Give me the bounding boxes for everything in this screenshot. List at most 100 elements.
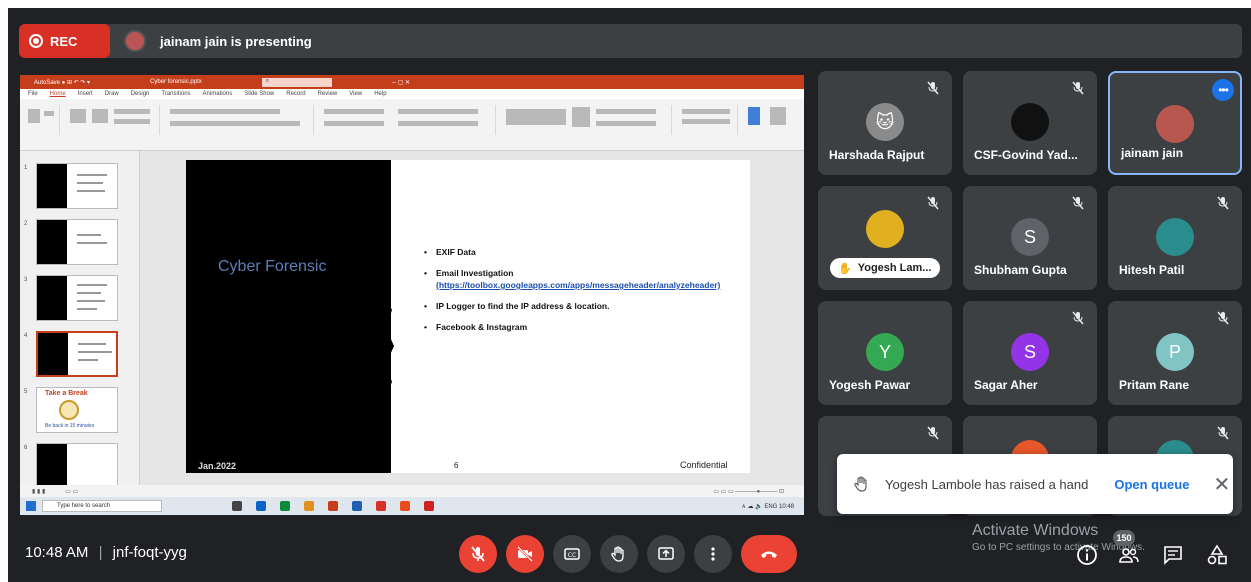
participant-name: Harshada Rajput <box>829 148 925 162</box>
presenting-text: jainam jain is presenting <box>160 33 312 49</box>
participant-name: CSF-Govind Yad... <box>974 148 1078 162</box>
slide-thumb-4-selected[interactable] <box>36 331 118 377</box>
participant-name: Hitesh Patil <box>1119 263 1185 277</box>
present-screen-icon <box>658 547 674 560</box>
more-vert-icon <box>711 547 715 561</box>
bullet-exif: EXIF Data <box>422 246 742 258</box>
svg-text:CC: CC <box>568 552 576 559</box>
avatar: 🐱 <box>866 103 904 141</box>
camera-off-icon <box>517 546 533 562</box>
slide-bullets: EXIF Data Email Investigation (https://t… <box>422 246 742 342</box>
participant-tile-harshada[interactable]: 🐱 Harshada Rajput <box>818 71 952 175</box>
mic-off-icon <box>1071 196 1085 210</box>
avatar: S <box>1011 218 1049 256</box>
toast-message: Yogesh Lambole has raised a hand <box>885 476 1089 492</box>
meeting-details-button[interactable] <box>1076 544 1098 566</box>
meeting-separator: | <box>98 544 103 561</box>
participant-tile-govind[interactable]: CSF-Govind Yad... <box>963 71 1097 175</box>
participant-tile-jainam[interactable]: ••• jainam jain <box>1108 71 1242 175</box>
participant-tile-pritam[interactable]: P Pritam Rane <box>1108 301 1242 405</box>
mic-toggle-button[interactable] <box>459 535 497 573</box>
chat-button[interactable] <box>1162 544 1184 566</box>
meeting-code: jnf-foqt-yyg <box>112 544 187 561</box>
bullet-social: Facebook & Instagram <box>422 321 742 333</box>
avatar: Y <box>866 333 904 371</box>
avatar <box>1156 105 1194 143</box>
mic-off-icon <box>471 546 485 562</box>
clock-icon <box>59 400 79 420</box>
more-options-button[interactable] <box>694 535 732 573</box>
email-header-link[interactable]: (https://toolbox.googleapps.com/apps/mes… <box>436 280 720 290</box>
participant-name: Yogesh Lam... <box>857 262 932 274</box>
slide-thumb-3[interactable] <box>36 275 118 321</box>
slide-number: 6 <box>454 461 459 470</box>
bullet-email-text: Email Investigation <box>436 268 514 278</box>
participant-name: Pritam Rane <box>1119 378 1190 392</box>
slide-thumb-2[interactable] <box>36 219 118 265</box>
mic-off-icon <box>1216 426 1230 440</box>
mic-off-icon <box>1216 311 1230 325</box>
participant-name: Shubham Gupta <box>974 263 1067 277</box>
presenting-banner: jainam jain is presenting <box>100 24 1242 58</box>
ppt-status-bar: ▮ ▮ ▮ ▭ ▭ ▭ ▭ ▭ ─────●──── ⊡ <box>20 485 804 497</box>
leave-call-button[interactable] <box>741 535 797 573</box>
participant-tile-shubham[interactable]: S Shubham Gupta <box>963 186 1097 290</box>
presenter-avatar <box>124 30 146 52</box>
slide-thumbnails: 1 2 3 4 5 Take a Break Be back in 15 min… <box>20 151 140 489</box>
avatar <box>1156 218 1194 256</box>
slide-thumb-5[interactable]: Take a Break Be back in 15 minutes <box>36 387 118 433</box>
avatar <box>1011 103 1049 141</box>
participant-name: jainam jain <box>1121 146 1184 160</box>
shared-screen: AutoSave ● ⊞ ↶ ↷ ▾ Cyber forensic.pptx ⌕… <box>20 75 804 515</box>
mic-off-icon <box>926 81 940 95</box>
participant-tile-yogesh-lambole[interactable]: ✋ Yogesh Lam... <box>818 186 952 290</box>
windows-taskbar: Type here to search ∧ ☁ 🔈 ENG 10:48 <box>20 497 804 515</box>
avatar <box>866 210 904 248</box>
avatar: P <box>1156 333 1194 371</box>
mic-off-icon <box>926 426 940 440</box>
captions-icon: CC <box>564 548 580 560</box>
recording-badge[interactable]: REC <box>19 24 110 58</box>
raise-hand-button[interactable] <box>600 535 638 573</box>
slide-thumb-1[interactable] <box>36 163 118 209</box>
meeting-info: 10:48 AM | jnf-foqt-yyg <box>25 544 187 561</box>
break-slide-subtitle: Be back in 15 minutes <box>45 423 95 429</box>
raised-hand-pill: ✋ Yogesh Lam... <box>830 258 940 278</box>
activities-button[interactable] <box>1206 544 1228 566</box>
record-icon <box>29 34 43 48</box>
meeting-time: 10:48 AM <box>25 544 89 561</box>
windows-start-icon <box>26 501 36 511</box>
ppt-title-bar: AutoSave ● ⊞ ↶ ↷ ▾ Cyber forensic.pptx ⌕… <box>20 75 804 89</box>
mic-off-icon <box>926 196 940 210</box>
meet-window: jainam jain is presenting REC AutoSave ●… <box>8 8 1251 582</box>
slide-title: Cyber Forensic <box>218 258 327 275</box>
people-icon <box>1119 548 1139 563</box>
slide-thumb-6[interactable] <box>36 443 118 489</box>
ppt-ribbon <box>20 99 804 151</box>
recording-label: REC <box>50 33 78 49</box>
mic-off-icon <box>1216 196 1230 210</box>
close-icon[interactable]: ✕ <box>1213 472 1230 497</box>
mic-off-icon <box>1071 81 1085 95</box>
hand-raised-icon: ✋ <box>838 262 852 275</box>
participant-name: Sagar Aher <box>974 378 1038 392</box>
participant-tile-sagar[interactable]: S Sagar Aher <box>963 301 1097 405</box>
call-end-icon <box>761 551 777 558</box>
present-button[interactable] <box>647 535 685 573</box>
more-options-icon[interactable]: ••• <box>1212 79 1234 101</box>
hand-icon <box>611 546 624 562</box>
avatar: S <box>1011 333 1049 371</box>
ppt-ribbon-tabs: File Home Insert Draw Design Transitions Anima… <box>20 89 804 99</box>
slide-footer: Confidential <box>680 460 728 470</box>
chat-icon <box>1164 546 1182 565</box>
captions-button[interactable]: CC <box>553 535 591 573</box>
hand-raised-icon <box>854 476 867 492</box>
camera-toggle-button[interactable] <box>506 535 544 573</box>
bullet-email: Email Investigation (https://toolbox.goo… <box>422 267 742 291</box>
participant-tile-yogesh-pawar[interactable]: Y Yogesh Pawar <box>818 301 952 405</box>
slide-date: Jan.2022 <box>198 461 237 471</box>
open-queue-button[interactable]: Open queue <box>1114 477 1189 492</box>
raised-hand-toast: Yogesh Lambole has raised a hand Open qu… <box>837 454 1233 514</box>
people-button[interactable] <box>1118 544 1140 566</box>
participant-tile-hitesh[interactable]: Hitesh Patil <box>1108 186 1242 290</box>
